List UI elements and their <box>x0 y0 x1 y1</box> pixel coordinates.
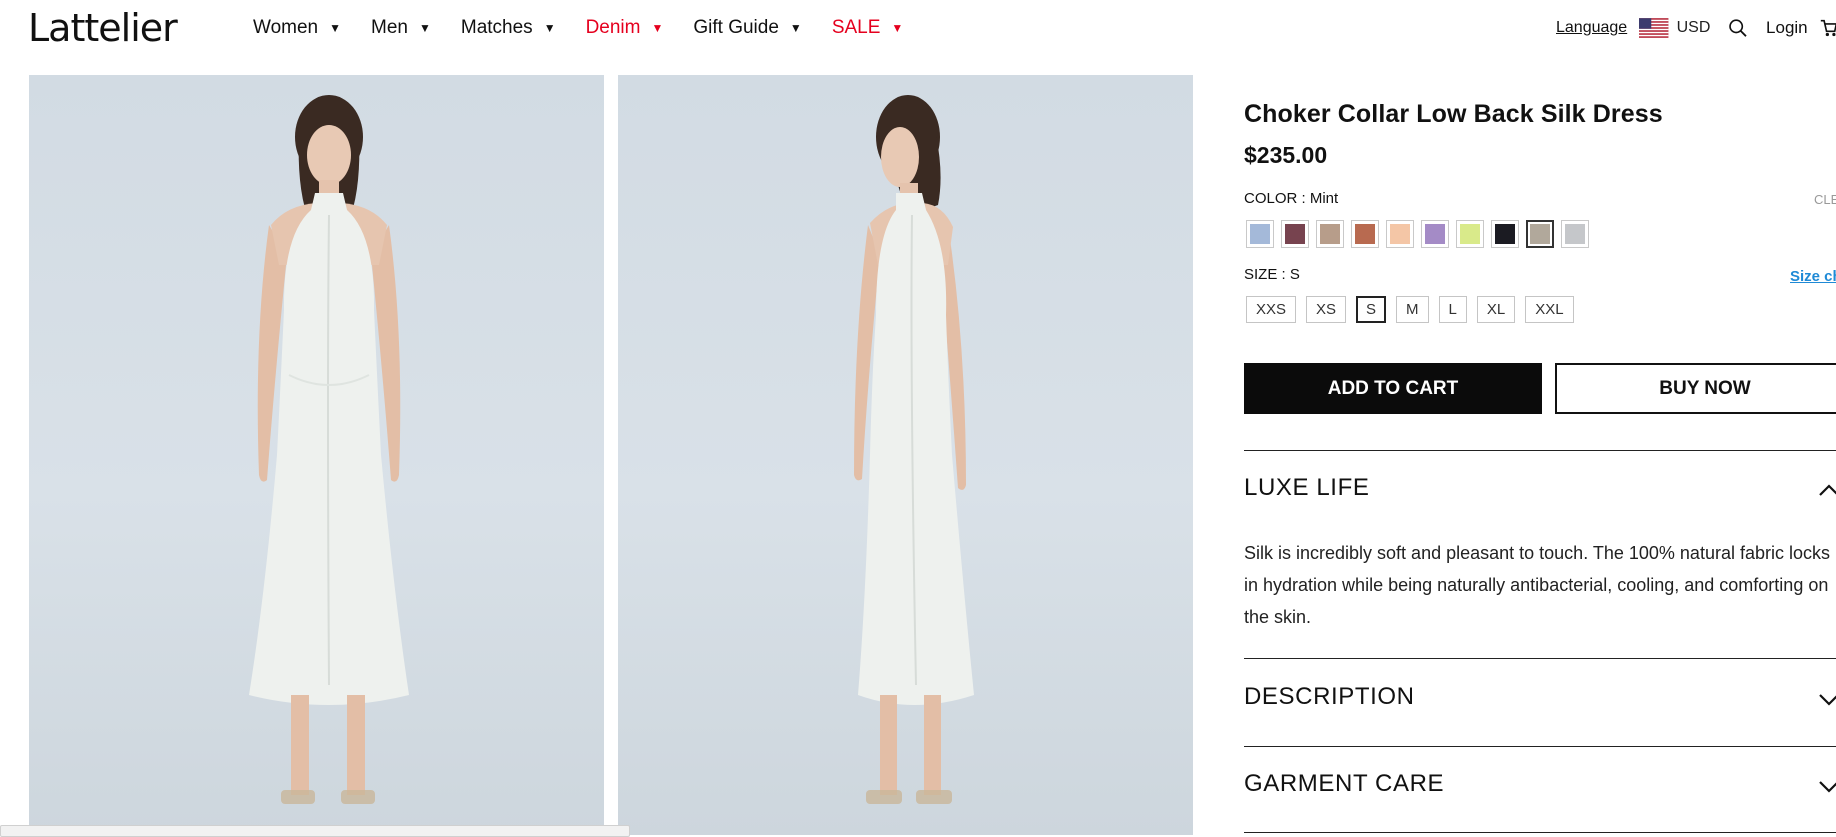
cart-icon[interactable] <box>1820 17 1836 39</box>
main-nav: Women ▼ Men ▼ Matches ▼ Denim ▼ Gift Gui… <box>253 17 933 39</box>
swatch-color-chip <box>1530 224 1550 244</box>
chevron-down-icon[interactable] <box>1818 780 1836 794</box>
nav-item-women[interactable]: Women ▼ <box>253 17 341 39</box>
browser-status-bar <box>0 825 630 837</box>
swatch-color-chip <box>1425 224 1445 244</box>
nav-item-sale[interactable]: SALE ▼ <box>832 17 903 39</box>
caret-down-icon: ▼ <box>891 21 904 35</box>
chevron-up-icon[interactable] <box>1818 483 1836 497</box>
size-option[interactable]: L <box>1438 296 1467 323</box>
product-photo-front[interactable] <box>29 75 604 835</box>
size-option[interactable]: XXL <box>1525 296 1574 323</box>
header-utility: Language USD Login <box>1556 16 1836 40</box>
us-flag-icon[interactable] <box>1639 16 1669 40</box>
swatch-color-chip <box>1250 224 1270 244</box>
nav-item-label: SALE <box>831 17 881 38</box>
size-option[interactable]: XXS <box>1246 296 1297 323</box>
nav-item-label: Gift Guide <box>693 17 779 38</box>
size-chart-link[interactable]: Size ch <box>1790 268 1836 285</box>
size-option[interactable]: M <box>1396 296 1429 323</box>
caret-down-icon: ▼ <box>543 21 556 35</box>
divider <box>1244 832 1836 833</box>
nav-item-gift-guide[interactable]: Gift Guide ▼ <box>693 17 801 39</box>
color-swatch[interactable] <box>1491 220 1519 248</box>
color-swatch[interactable] <box>1316 220 1344 248</box>
swatch-color-chip <box>1285 224 1305 244</box>
color-swatch[interactable] <box>1561 220 1589 248</box>
accordion-description[interactable]: DESCRIPTION <box>1244 683 1415 711</box>
caret-down-icon: ▼ <box>789 21 802 35</box>
search-icon[interactable] <box>1728 16 1748 40</box>
caret-down-icon: ▼ <box>651 21 664 35</box>
color-swatch[interactable] <box>1386 220 1414 248</box>
size-option[interactable]: S <box>1356 296 1387 323</box>
color-swatch[interactable] <box>1246 220 1274 248</box>
swatch-color-chip <box>1355 224 1375 244</box>
color-swatch[interactable] <box>1456 220 1484 248</box>
nav-item-label: Matches <box>460 17 533 38</box>
size-option[interactable]: XS <box>1306 296 1347 323</box>
size-options: XXS XS S M L XL XXL <box>1246 296 1584 323</box>
site-logo[interactable]: Lattelier <box>28 6 178 50</box>
accordion-garment-care[interactable]: GARMENT CARE <box>1244 770 1444 798</box>
color-swatch[interactable] <box>1526 220 1554 248</box>
caret-down-icon: ▼ <box>418 21 431 35</box>
nav-item-denim[interactable]: Denim ▼ <box>586 17 664 39</box>
buy-now-button[interactable]: BUY NOW <box>1555 363 1836 414</box>
product-title: Choker Collar Low Back Silk Dress <box>1244 100 1663 128</box>
product-gallery <box>29 75 1194 835</box>
swatch-color-chip <box>1460 224 1480 244</box>
color-swatch[interactable] <box>1421 220 1449 248</box>
product-price: $235.00 <box>1244 142 1328 168</box>
swatch-color-chip <box>1495 224 1515 244</box>
nav-item-men[interactable]: Men ▼ <box>371 17 431 39</box>
nav-item-label: Men <box>371 17 408 38</box>
divider <box>1244 658 1836 659</box>
model-front-illustration <box>249 95 409 804</box>
nav-item-label: Women <box>253 17 319 38</box>
product-photo-side[interactable] <box>618 75 1193 835</box>
divider <box>1244 450 1836 451</box>
swatch-color-chip <box>1565 224 1585 244</box>
clear-selection-link[interactable]: CLE <box>1814 192 1836 207</box>
color-swatches <box>1246 220 1596 248</box>
nav-item-label: Denim <box>585 17 641 38</box>
color-label: COLOR : Mint <box>1244 190 1339 207</box>
language-link[interactable]: Language <box>1556 19 1627 37</box>
caret-down-icon: ▼ <box>329 21 342 35</box>
nav-item-matches[interactable]: Matches ▼ <box>461 17 556 39</box>
luxe-life-text: Silk is incredibly soft and pleasant to … <box>1244 543 1830 627</box>
model-side-illustration <box>854 95 974 804</box>
divider <box>1244 746 1836 747</box>
size-option[interactable]: XL <box>1476 296 1516 323</box>
login-link[interactable]: Login <box>1766 18 1808 38</box>
size-label: SIZE : S <box>1244 266 1300 283</box>
swatch-color-chip <box>1320 224 1340 244</box>
add-to-cart-button[interactable]: ADD TO CART <box>1244 363 1542 414</box>
accordion-luxe-life[interactable]: LUXE LIFE <box>1244 474 1369 502</box>
chevron-down-icon[interactable] <box>1818 693 1836 707</box>
currency-selector[interactable]: USD <box>1677 19 1711 37</box>
swatch-color-chip <box>1390 224 1410 244</box>
color-swatch[interactable] <box>1281 220 1309 248</box>
site-header: Lattelier Women ▼ Men ▼ Matches ▼ Denim … <box>0 0 1836 58</box>
color-swatch[interactable] <box>1351 220 1379 248</box>
